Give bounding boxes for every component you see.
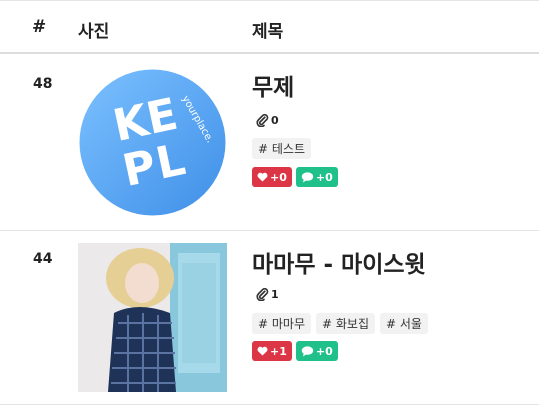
tag-item[interactable]: # 마마무 [252, 313, 311, 334]
comment-badge: +0 [295, 341, 338, 361]
post-title[interactable]: 무제 [252, 68, 294, 102]
like-count: +0 [270, 170, 287, 184]
attachment-count-value: 1 [271, 288, 279, 301]
tag-item[interactable]: # 화보집 [316, 313, 375, 334]
tag-item[interactable]: # 서울 [380, 313, 428, 334]
post-number: 44 [33, 251, 53, 267]
paperclip-icon [256, 114, 269, 127]
comment-icon [301, 171, 314, 183]
paperclip-icon [256, 288, 269, 301]
table-row[interactable]: 48 K E P L yourplace. 무제 0 # 테스트 +0 +0 [0, 54, 539, 231]
attachment-count: 1 [256, 288, 279, 301]
heart-icon [257, 172, 268, 182]
post-number: 48 [33, 76, 53, 92]
comment-icon [301, 345, 314, 357]
like-badge: +1 [252, 341, 292, 361]
post-table: # 사진 제목 48 K E P L yourplace. 무제 0 # 테스트… [0, 0, 539, 413]
comment-count: +0 [315, 344, 333, 358]
header-photo: 사진 [78, 22, 110, 42]
header-title: 제목 [252, 22, 284, 42]
like-count: +1 [270, 344, 287, 358]
header-num: # [32, 17, 47, 37]
post-title[interactable]: 마마무 - 마이스윗 [252, 245, 426, 279]
attachment-count: 0 [256, 114, 279, 127]
table-row[interactable]: 44 마마무 - 마이스윗 1 # 마마무 # 화보집 # 서울 +1 +0 [0, 231, 539, 405]
tag-list: # 테스트 [252, 138, 311, 159]
post-thumbnail[interactable]: K E P L yourplace. [78, 68, 227, 217]
comment-badge: +0 [295, 167, 338, 187]
like-badge: +0 [252, 167, 292, 187]
table-header: # 사진 제목 [0, 0, 539, 54]
badge-group: +1 +0 [252, 341, 338, 361]
tag-item[interactable]: # 테스트 [252, 138, 311, 159]
comment-count: +0 [315, 170, 333, 184]
tag-list: # 마마무 # 화보집 # 서울 [252, 313, 428, 334]
attachment-count-value: 0 [271, 114, 279, 127]
post-thumbnail[interactable] [78, 243, 227, 392]
badge-group: +0 +0 [252, 167, 338, 187]
heart-icon [257, 346, 268, 356]
